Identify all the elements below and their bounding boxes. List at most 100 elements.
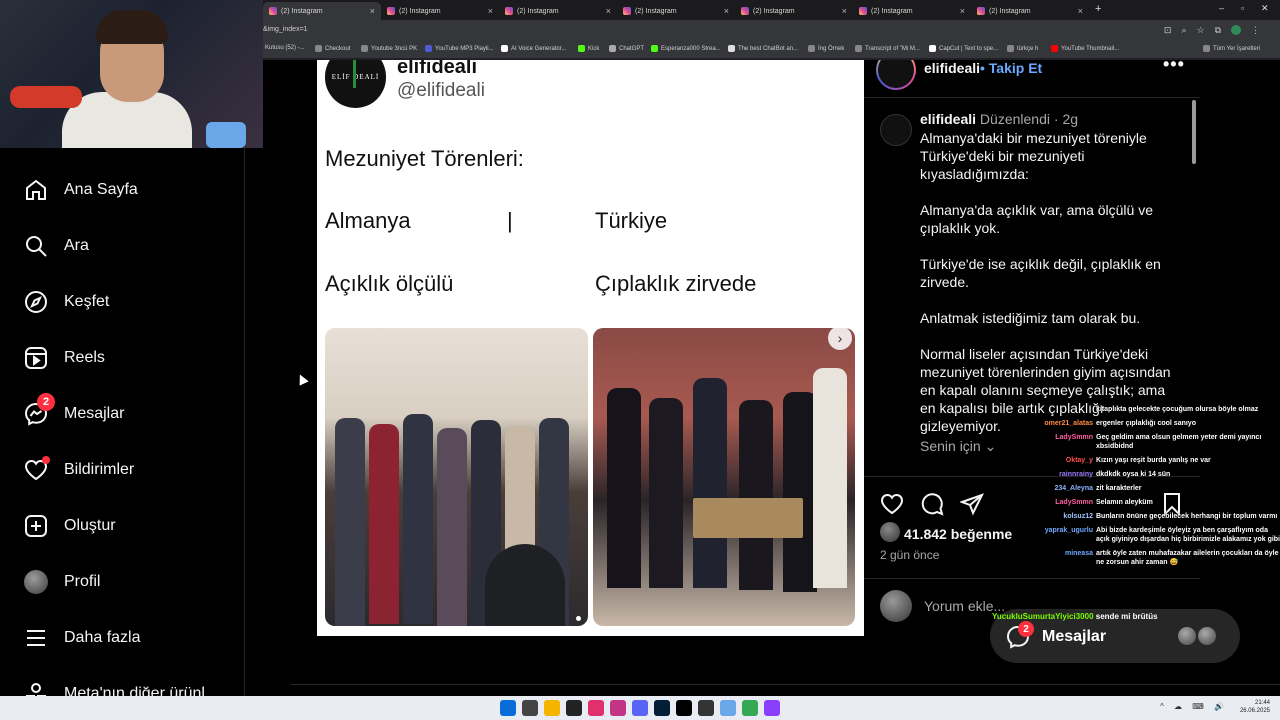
- sidebar-item-more[interactable]: Daha fazla: [0, 614, 244, 662]
- extensions-icon[interactable]: ⧉: [1215, 25, 1221, 37]
- post-author-username[interactable]: elifideali: [924, 60, 980, 76]
- address-bar[interactable]: &img_index=1 ⊡ ⌕ ☆ ⧉ ⋮: [263, 20, 1280, 42]
- more-options-icon[interactable]: •••: [1163, 60, 1185, 75]
- browser-tab[interactable]: (2) Instagram ×: [617, 2, 735, 20]
- chat-username: kolsuz12: [1063, 513, 1093, 520]
- app-icon[interactable]: [720, 700, 736, 716]
- sidebar-item-search[interactable]: Ara: [0, 222, 244, 270]
- post-author-avatar[interactable]: [876, 60, 916, 90]
- close-icon[interactable]: ×: [960, 6, 965, 16]
- maximize-icon[interactable]: ▫: [1241, 3, 1244, 13]
- sidebar-item-profile[interactable]: Profil: [0, 558, 244, 606]
- plus-square-icon: [24, 514, 48, 538]
- close-icon[interactable]: ×: [606, 6, 611, 16]
- likes-count[interactable]: 41.842 beğenme: [904, 526, 1012, 542]
- browser-tab[interactable]: (2) Instagram ×: [735, 2, 853, 20]
- bookmark-item[interactable]: Kick: [578, 45, 599, 52]
- clock[interactable]: 21:44 26.06.2025: [1240, 699, 1270, 715]
- start-icon[interactable]: [500, 700, 516, 716]
- caption-header: elifideali Düzenlendi · 2g: [920, 111, 1079, 127]
- sidebar-item-home[interactable]: Ana Sayfa: [0, 166, 244, 214]
- caption-paragraph: Almanya'da açıklık var, ama ölçülü ve çı…: [920, 202, 1154, 236]
- profile-icon[interactable]: [1231, 25, 1241, 37]
- close-icon[interactable]: ×: [842, 6, 847, 16]
- browser-tab[interactable]: (2) Instagram ×: [971, 2, 1089, 20]
- bookmark-item[interactable]: Esperanza000 Strea...: [651, 45, 721, 52]
- sidebar-item-label: Keşfet: [64, 293, 110, 310]
- close-icon[interactable]: ×: [1078, 6, 1083, 16]
- follow-button[interactable]: • Takip Et: [980, 60, 1042, 76]
- for-you-dropdown[interactable]: Senin için ⌄: [920, 438, 996, 455]
- caption-username[interactable]: elifideali: [920, 111, 976, 127]
- chrome-icon[interactable]: [742, 700, 758, 716]
- system-tray[interactable]: ^ ☁ ⌨ 🔊: [1160, 702, 1228, 711]
- bookmark-item[interactable]: The best ChatBot an...: [728, 45, 798, 52]
- capcut-icon[interactable]: [698, 700, 714, 716]
- bookmark-item[interactable]: YouTube MP3 Playli...: [425, 45, 494, 52]
- window-close-icon[interactable]: ✕: [1261, 3, 1269, 14]
- share-icon[interactable]: [959, 492, 984, 516]
- browser-tab[interactable]: (2) Instagram ×: [499, 2, 617, 20]
- avatar: [1176, 625, 1198, 647]
- app-icon[interactable]: [764, 700, 780, 716]
- sidebar-item-label: Bildirimler: [64, 461, 135, 478]
- bookmark-item[interactable]: Transcript of "Mi M...: [855, 45, 920, 52]
- file-explorer-icon[interactable]: [544, 700, 560, 716]
- chat-message: rainnrainy dkdkdk oysa ki 14 sün: [1030, 468, 1280, 482]
- tab-title: (2) Instagram: [753, 7, 795, 15]
- post-image[interactable]: ELİF DEALİ elifideali @elifideali Mezuni…: [317, 60, 864, 636]
- chat-username: LadySmmn: [1055, 434, 1093, 441]
- kebab-menu-icon[interactable]: ⋮: [1251, 25, 1260, 37]
- browser-tab[interactable]: (2) Instagram ×: [853, 2, 971, 20]
- task-view-icon[interactable]: [522, 700, 538, 716]
- browser-tab[interactable]: (2) Instagram ×: [381, 2, 499, 20]
- close-icon[interactable]: ×: [724, 6, 729, 16]
- chat-message: yaprak_ugurlu Abi bizde kardeşimle öyleyi…: [1030, 524, 1280, 547]
- app-icon[interactable]: [610, 700, 626, 716]
- chat-text: zit karakterler: [1096, 485, 1142, 492]
- browser-tab[interactable]: (2) Instagram ×: [263, 2, 381, 20]
- all-bookmarks[interactable]: Tüm Yer İşaretleri: [1203, 45, 1260, 52]
- bookmark-item[interactable]: Checkout: [315, 45, 350, 52]
- chat-text: kitaplıkta gelecekte çocuğum olursa böyl…: [1096, 406, 1259, 413]
- bookmark-item[interactable]: türkçe h: [1007, 45, 1038, 52]
- sidebar-item-reels[interactable]: Reels: [0, 334, 244, 382]
- bookmark-item[interactable]: Kutusu (52) -...: [265, 45, 305, 51]
- install-app-icon[interactable]: ⊡: [1164, 25, 1172, 37]
- photo-turkey-graduation: [593, 328, 855, 626]
- chat-username: omer21_alatas: [1044, 420, 1093, 427]
- comment-icon[interactable]: [920, 492, 944, 516]
- sidebar-item-label: Ara: [64, 237, 89, 254]
- home-icon: [24, 178, 48, 202]
- caption-author-avatar[interactable]: [880, 114, 912, 146]
- chat-text: Kızın yaşı reşit burda yanlış ne var: [1096, 457, 1211, 464]
- photoshop-icon[interactable]: [654, 700, 670, 716]
- sidebar-item-notifications[interactable]: Bildirimler: [0, 446, 244, 494]
- zoom-icon[interactable]: ⌕: [1181, 25, 1186, 37]
- bookmark-item[interactable]: ChatGPT: [609, 45, 644, 52]
- bookmark-item[interactable]: AI Voice Generator...: [501, 45, 566, 52]
- tab-title: (2) Instagram: [635, 7, 677, 15]
- tiktok-icon[interactable]: [676, 700, 692, 716]
- close-icon[interactable]: ×: [488, 6, 493, 16]
- bookmark-star-icon[interactable]: ☆: [1196, 25, 1204, 37]
- app-icon[interactable]: [566, 700, 582, 716]
- mouse-cursor: [295, 372, 309, 386]
- bookmark-item[interactable]: Youtube 3ncü PK: [361, 45, 417, 52]
- sidebar-item-meta[interactable]: Meta'nın diğer ürünl: [0, 670, 244, 696]
- new-tab-icon[interactable]: +: [1095, 3, 1101, 15]
- discord-icon[interactable]: [632, 700, 648, 716]
- bookmark-item[interactable]: CapCut | Text to spe...: [929, 45, 998, 52]
- minimize-icon[interactable]: –: [1219, 3, 1224, 13]
- caption-scrollbar[interactable]: [1192, 100, 1196, 164]
- chat-username: mineasa: [1064, 550, 1093, 557]
- sidebar-item-create[interactable]: Oluştur: [0, 502, 244, 550]
- instagram-app-icon[interactable]: [588, 700, 604, 716]
- bookmark-item[interactable]: İng Örnek: [808, 45, 844, 52]
- close-icon[interactable]: ×: [370, 6, 375, 16]
- bookmark-item[interactable]: YouTube Thumbnail...: [1051, 45, 1119, 52]
- sidebar-item-messages[interactable]: 2 Mesajlar: [0, 390, 244, 438]
- carousel-next-button[interactable]: ›: [828, 326, 852, 350]
- sidebar-item-explore[interactable]: Keşfet: [0, 278, 244, 326]
- like-heart-icon[interactable]: [880, 492, 904, 516]
